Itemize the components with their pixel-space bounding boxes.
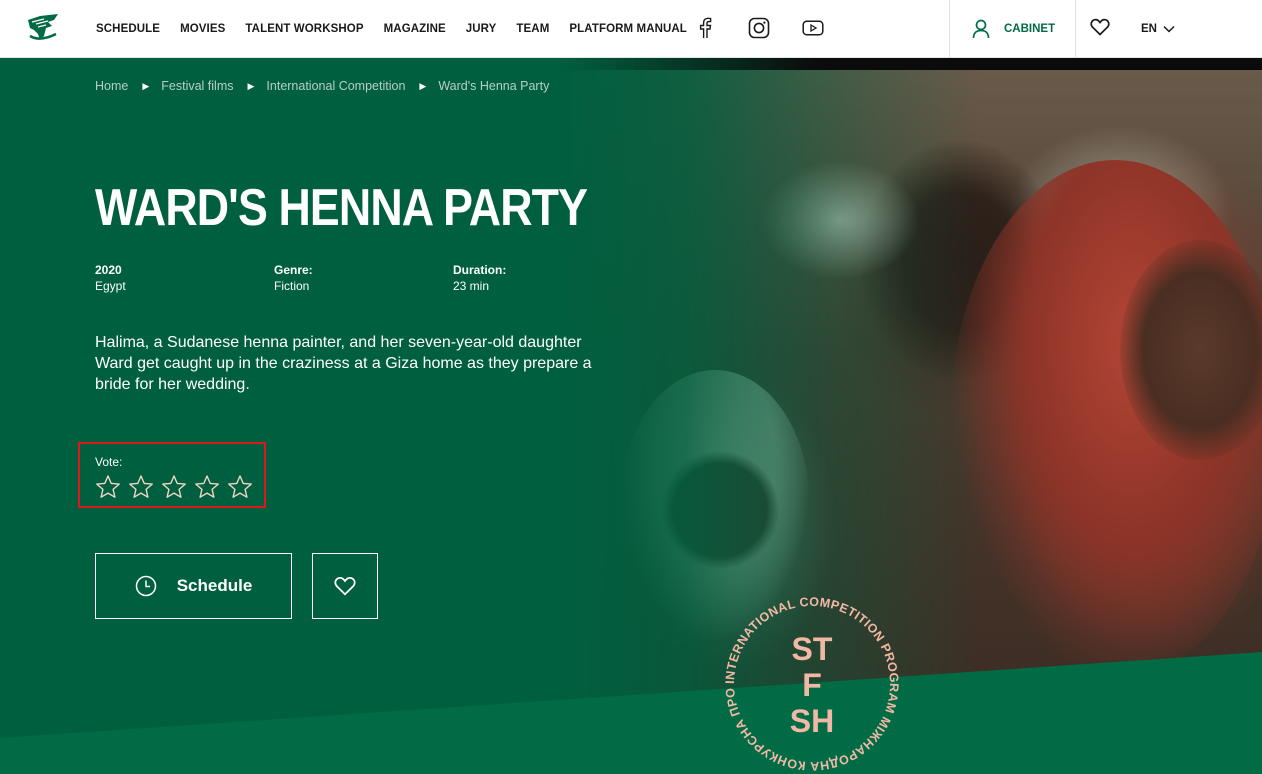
heart-icon [334, 576, 356, 596]
vote-label: Vote: [95, 455, 123, 469]
slanted-bottom-band [0, 652, 1262, 774]
schedule-button-label: Schedule [176, 576, 253, 595]
clock-icon [135, 575, 156, 597]
main-nav: SCHEDULE MOVIES TALENT WORKSHOP MAGAZINE… [96, 0, 707, 58]
film-genre: Genre: Fiction [274, 262, 313, 294]
duration-value: 23 min [453, 279, 490, 293]
genre-value: Fiction [274, 279, 310, 293]
nav-schedule[interactable]: SCHEDULE [96, 23, 160, 35]
competition-program-badge: INTERNATIONAL COMPETITION PROGRAM МІЖНАР… [716, 588, 901, 773]
star-2-icon[interactable] [128, 474, 154, 500]
favorites-heart-icon[interactable] [1090, 18, 1110, 41]
badge-letters-sh: SH [790, 703, 834, 739]
add-to-favorites-button[interactable] [312, 553, 378, 619]
nav-team[interactable]: TEAM [516, 23, 549, 35]
breadcrumb-home[interactable]: Home [95, 79, 128, 93]
film-description: Halima, a Sudanese henna painter, and he… [95, 334, 592, 393]
nav-platform-manual[interactable]: PLATFORM MANUAL [569, 23, 687, 35]
breadcrumb-festival-films[interactable]: Festival films [161, 79, 233, 93]
film-duration: Duration: 23 min [453, 262, 506, 294]
breadcrumb-international-competition[interactable]: International Competition [266, 79, 405, 93]
schedule-button[interactable]: Schedule [95, 553, 292, 619]
breadcrumb: Home ▶ Festival films ▶ International Co… [95, 79, 549, 93]
nav-jury[interactable]: JURY [466, 23, 497, 35]
header-divider [949, 0, 950, 58]
social-links [694, 14, 856, 42]
star-1-icon[interactable] [95, 474, 121, 500]
vote-widget: Vote: [78, 442, 266, 508]
site-header: SCHEDULE MOVIES TALENT WORKSHOP MAGAZINE… [0, 0, 1262, 58]
cabinet-label: CABINET [1004, 23, 1056, 35]
star-4-icon[interactable] [194, 474, 220, 500]
breadcrumb-separator-icon: ▶ [419, 80, 427, 91]
badge-letters-f: F [802, 667, 822, 703]
nav-magazine[interactable]: MAGAZINE [384, 23, 446, 35]
nav-movies[interactable]: MOVIES [180, 23, 225, 35]
film-year: 2020 [95, 263, 122, 277]
language-selector[interactable]: EN [1141, 0, 1175, 58]
language-label: EN [1141, 23, 1157, 35]
star-3-icon[interactable] [161, 474, 187, 500]
genre-label: Genre: [274, 263, 313, 277]
cabinet-link[interactable]: CABINET [972, 0, 1055, 58]
breadcrumb-current: Ward's Henna Party [438, 79, 550, 93]
header-divider [1075, 0, 1076, 58]
film-year-country: 2020 Egypt [95, 262, 126, 294]
youtube-icon[interactable] [802, 14, 824, 42]
film-hero: Home ▶ Festival films ▶ International Co… [0, 58, 1262, 774]
facebook-icon[interactable] [694, 14, 716, 42]
chevron-down-icon [1163, 25, 1175, 33]
film-country: Egypt [95, 279, 126, 293]
breadcrumb-separator-icon: ▶ [142, 80, 150, 91]
duration-label: Duration: [453, 263, 507, 277]
breadcrumb-separator-icon: ▶ [247, 80, 255, 91]
nav-talent-workshop[interactable]: TALENT WORKSHOP [245, 23, 363, 35]
badge-letters-st: ST [792, 631, 833, 667]
instagram-icon[interactable] [748, 14, 770, 42]
star-rating [95, 474, 260, 500]
deer-logo-icon[interactable] [26, 12, 60, 44]
user-icon [972, 19, 990, 39]
film-title: WARD'S HENNA PARTY [95, 179, 588, 237]
star-5-icon[interactable] [227, 474, 253, 500]
